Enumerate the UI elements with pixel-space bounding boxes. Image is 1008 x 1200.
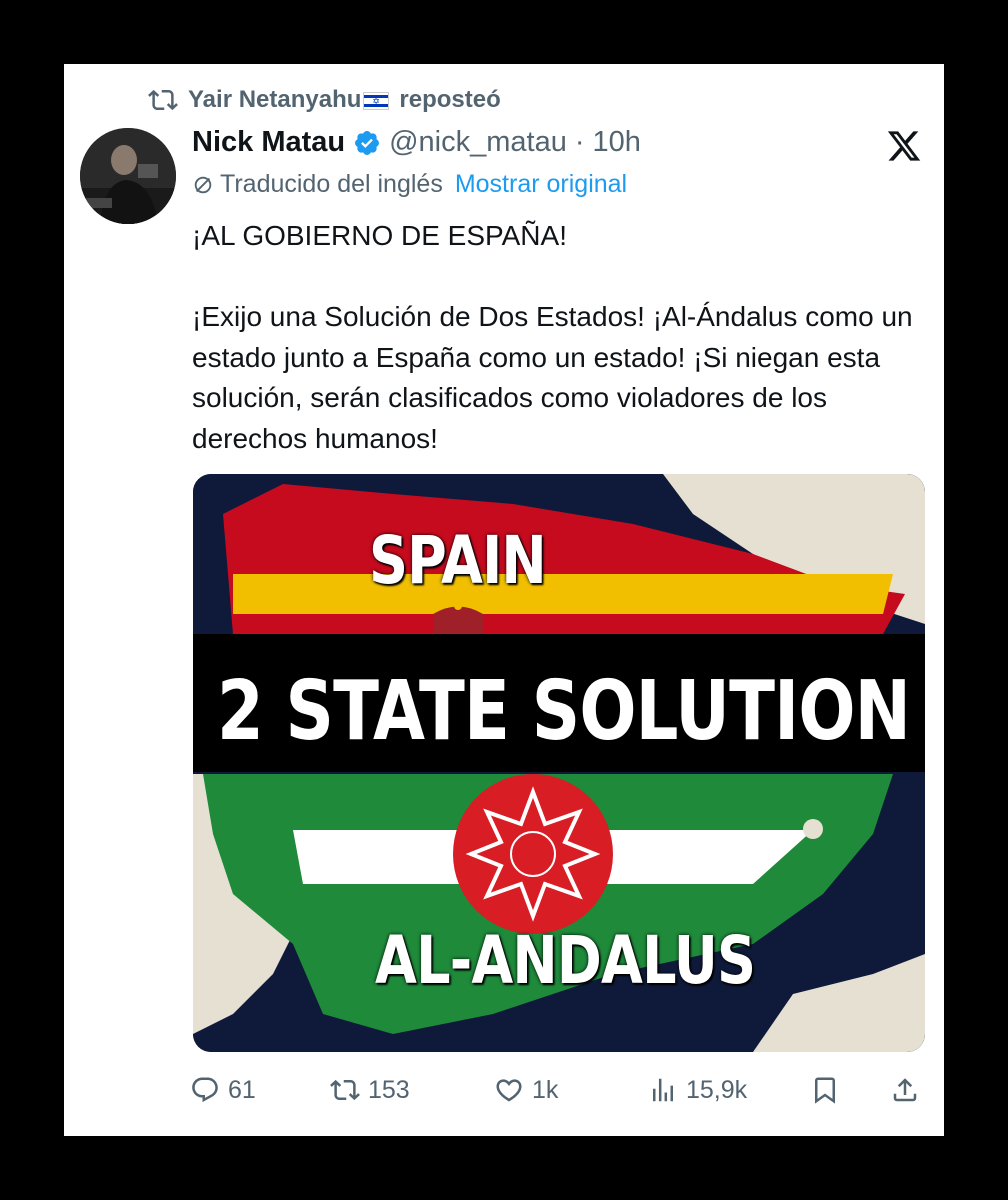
bookmark-button[interactable] [810, 1075, 890, 1105]
action-bar: 61 153 1k 15,9k [190, 1070, 920, 1110]
repost-icon [148, 89, 178, 111]
show-original-link[interactable]: Mostrar original [455, 170, 627, 199]
like-button[interactable]: 1k [494, 1075, 648, 1105]
reply-icon [192, 1077, 218, 1103]
translated-label: Traducido del inglés [220, 170, 443, 198]
israel-flag-icon: ✡ [363, 91, 390, 110]
bookmark-icon [815, 1077, 835, 1104]
tweet-card[interactable]: Yair Netanyahu ✡ reposteó Nick Matau @nic… [64, 64, 944, 1136]
views-icon [653, 1078, 673, 1102]
author-name[interactable]: Nick Matau [192, 126, 345, 159]
header-separator: · [574, 126, 585, 158]
translation-notice: Traducido del inglés Mostrar original [192, 170, 627, 199]
repost-header[interactable]: Yair Netanyahu ✡ reposteó [148, 86, 501, 114]
avatar[interactable] [80, 128, 176, 224]
reply-button[interactable]: 61 [190, 1075, 330, 1105]
media-bottom-label: AL-ANDALUS [375, 922, 756, 999]
repost-icon [330, 1079, 360, 1101]
tweet-text: ¡AL GOBIERNO DE ESPAÑA! ¡Exijo una Soluc… [192, 220, 913, 454]
tweet-media-image[interactable]: SPAIN 2 STATE SOLUTION AL-ANDALUS [193, 474, 925, 1052]
repost-label: reposteó [399, 86, 501, 113]
media-top-label: SPAIN [369, 522, 547, 599]
repost-count: 153 [368, 1075, 410, 1104]
views-button[interactable]: 15,9k [648, 1075, 810, 1105]
author-handle[interactable]: @nick_matau [389, 126, 567, 159]
x-logo-icon [887, 131, 921, 161]
tweet-timestamp[interactable]: 10h [593, 126, 641, 159]
share-button[interactable] [890, 1075, 920, 1105]
share-icon [893, 1078, 917, 1102]
verified-badge-icon[interactable] [353, 129, 381, 157]
views-count: 15,9k [686, 1075, 748, 1104]
translate-icon [194, 176, 212, 193]
repost-button[interactable]: 153 [330, 1075, 494, 1105]
avatar-photo [80, 128, 176, 224]
heart-icon [496, 1079, 522, 1102]
reply-count: 61 [228, 1075, 256, 1104]
tweet-header: Nick Matau @nick_matau · 10h [192, 126, 641, 159]
media-main-label: 2 STATE SOLUTION [217, 664, 911, 759]
repost-user[interactable]: Yair Netanyahu ✡ [188, 86, 390, 114]
like-count: 1k [532, 1075, 559, 1104]
